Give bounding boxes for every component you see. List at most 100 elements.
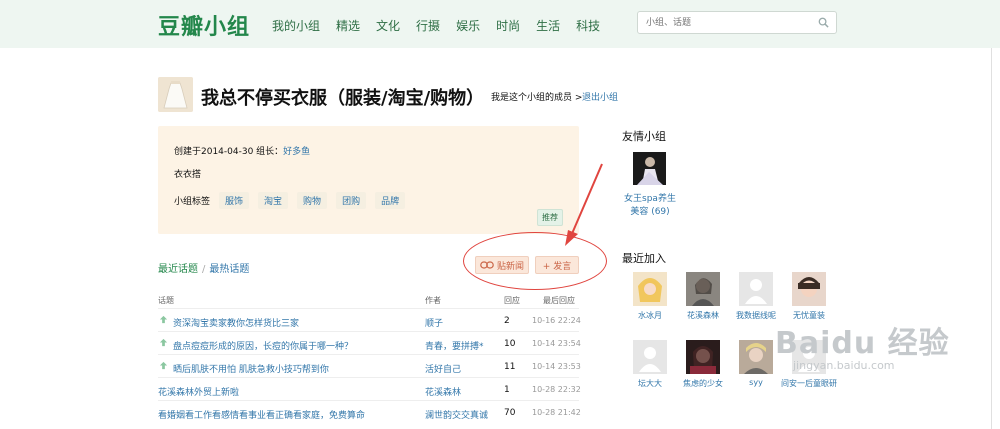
nav-my-groups[interactable]: 我的小组 <box>272 17 320 34</box>
table-row[interactable]: 看婚姻看工作看感情看事业看正确看家庭，免费算命 澜世韵交交真诚 70 10-28… <box>158 400 581 423</box>
link-icon <box>480 261 494 269</box>
membership-status[interactable]: 我是这个小组的成员 > <box>491 90 582 103</box>
created-text: 创建于2014-04-30 组长： <box>174 147 284 157</box>
member-name[interactable]: 花溪森林 <box>675 310 731 321</box>
avatar[interactable] <box>739 272 773 306</box>
member-item[interactable]: 我数据线呢 <box>728 272 784 321</box>
group-title: 我总不停买衣服（服装/淘宝/购物） <box>201 88 485 109</box>
tab-recent-topics[interactable]: 最近话题 <box>158 264 198 275</box>
douban-group-logo[interactable]: 豆瓣小组 <box>158 9 250 41</box>
quit-group-link[interactable]: 退出小组 <box>582 90 618 103</box>
member-item[interactable]: 坛大大 <box>622 340 678 389</box>
member-item[interactable]: 无忧童装 <box>781 272 837 321</box>
member-name[interactable]: 我数据线呢 <box>728 310 784 321</box>
friend-groups-title: 友情小组 <box>622 130 666 143</box>
topic-last-reply: 10-28 22:32 <box>532 385 581 394</box>
nav-fashion[interactable]: 时尚 <box>496 17 520 34</box>
paste-news-label: 贴新闻 <box>496 261 524 272</box>
member-name[interactable]: 间安一后童眼研 <box>781 378 837 389</box>
group-tags: 小组标签 服饰 淘宝 购物 团购 品牌 <box>174 192 406 209</box>
topic-author[interactable]: 花溪森林 <box>425 385 461 398</box>
tag-shopping[interactable]: 购物 <box>297 192 328 209</box>
member-item[interactable]: 间安一后童眼研 <box>781 340 837 389</box>
nav-entertainment[interactable]: 娱乐 <box>456 17 480 34</box>
topic-reply-count: 11 <box>504 362 516 372</box>
search-box <box>637 11 837 34</box>
sticky-arrow-icon <box>159 338 168 347</box>
group-avatar <box>158 77 193 112</box>
topic-last-reply: 10-16 22:24 <box>532 316 581 325</box>
paste-news-button[interactable]: 贴新闻 <box>475 256 529 274</box>
sticky-arrow-icon <box>159 315 168 324</box>
avatar[interactable] <box>792 272 826 306</box>
member-name[interactable]: 水冰月 <box>622 310 678 321</box>
topic-title[interactable]: 看婚姻看工作看感情看事业看正确看家庭，免费算命 <box>158 408 365 421</box>
member-item[interactable]: syy <box>728 340 784 387</box>
member-item[interactable]: 水冰月 <box>622 272 678 321</box>
topics-table: 话题 作者 回应 最后回应 资深淘宝卖家教你怎样货比三家 顺子 2 10-16 … <box>158 292 581 423</box>
topic-author[interactable]: 顺子 <box>425 316 443 329</box>
topic-last-reply: 10-14 23:54 <box>532 339 581 348</box>
member-item[interactable]: 焦虑的少女 <box>675 340 731 389</box>
friend-group-avatar[interactable] <box>633 152 666 185</box>
topic-title[interactable]: 盘点痘痘形成的原因，长痘的你属于哪一种？ <box>173 339 353 352</box>
sticky-arrow-icon <box>159 361 168 370</box>
avatar[interactable] <box>739 340 773 374</box>
friend-group-name[interactable]: 女王spa养生美容 (69) <box>622 193 678 219</box>
group-info-box: 创建于2014-04-30 组长：好多鱼 衣衣搭 小组标签 服饰 淘宝 购物 团… <box>158 126 579 234</box>
nav-culture[interactable]: 文化 <box>376 17 400 34</box>
avatar[interactable] <box>686 272 720 306</box>
nav-featured[interactable]: 精选 <box>336 17 360 34</box>
topic-last-reply: 10-28 21:42 <box>532 408 581 417</box>
post-button[interactable]: + 发言 <box>535 256 579 274</box>
created-info: 创建于2014-04-30 组长：好多鱼 <box>174 144 310 157</box>
header-reply: 回应 <box>504 296 520 305</box>
topic-last-reply: 10-14 23:53 <box>532 362 581 371</box>
topic-reply-count: 70 <box>504 408 516 418</box>
recently-joined-title: 最近加入 <box>622 252 666 265</box>
member-name[interactable]: 坛大大 <box>622 378 678 389</box>
avatar[interactable] <box>633 340 667 374</box>
search-icon[interactable] <box>818 17 829 28</box>
member-name[interactable]: syy <box>728 378 784 387</box>
member-name[interactable]: 无忧童装 <box>781 310 837 321</box>
tag-taobao[interactable]: 淘宝 <box>258 192 289 209</box>
topic-tabs: 最近话题 / 最热话题 <box>158 260 249 275</box>
member-item[interactable]: 花溪森林 <box>675 272 731 321</box>
table-row[interactable]: 花溪森林外贸上新啦 花溪森林 1 10-28 22:32 <box>158 377 581 400</box>
page-divider <box>991 48 992 429</box>
topic-author[interactable]: 澜世韵交交真诚 <box>425 408 488 421</box>
tags-label: 小组标签 <box>174 197 211 207</box>
topic-title[interactable]: 花溪森林外贸上新啦 <box>158 385 239 398</box>
tab-separator: / <box>202 264 206 275</box>
avatar[interactable] <box>633 272 667 306</box>
nav-travel-photo[interactable]: 行摄 <box>416 17 440 34</box>
top-navigation-bar: 豆瓣小组 我的小组 精选 文化 行摄 娱乐 时尚 生活 科技 <box>0 0 1000 48</box>
topic-reply-count: 10 <box>504 339 516 349</box>
topic-title[interactable]: 资深淘宝卖家教你怎样货比三家 <box>173 316 299 329</box>
topic-title[interactable]: 晒后肌肤不用怕 肌肤急救小技巧帮到你 <box>173 362 329 375</box>
avatar[interactable] <box>792 340 826 374</box>
tag-apparel[interactable]: 服饰 <box>219 192 250 209</box>
header-author: 作者 <box>425 296 441 305</box>
table-row[interactable]: 晒后肌肤不用怕 肌肤急救小技巧帮到你 活好自己 11 10-14 23:53 <box>158 354 581 377</box>
annotation-arrow-icon <box>565 163 603 246</box>
nav-life[interactable]: 生活 <box>536 17 560 34</box>
topic-author[interactable]: 活好自己 <box>425 362 461 375</box>
group-description: 衣衣搭 <box>174 170 202 180</box>
tag-groupbuy[interactable]: 团购 <box>336 192 367 209</box>
header-title: 话题 <box>158 296 174 305</box>
table-row[interactable]: 盘点痘痘形成的原因，长痘的你属于哪一种？ 青春，要拼搏* 10 10-14 23… <box>158 331 581 354</box>
leader-link[interactable]: 好多鱼 <box>283 147 310 157</box>
tag-brand[interactable]: 品牌 <box>375 192 406 209</box>
tab-hot-topics[interactable]: 最热话题 <box>209 264 249 275</box>
table-header: 话题 作者 回应 最后回应 <box>158 292 579 308</box>
header-last-reply: 最后回应 <box>543 296 575 305</box>
search-input[interactable] <box>638 12 808 33</box>
table-row[interactable]: 资深淘宝卖家教你怎样货比三家 顺子 2 10-16 22:24 <box>158 308 581 331</box>
topic-author[interactable]: 青春，要拼搏* <box>425 339 484 352</box>
nav-tech[interactable]: 科技 <box>576 17 600 34</box>
avatar[interactable] <box>686 340 720 374</box>
main-nav: 我的小组 精选 文化 行摄 娱乐 时尚 生活 科技 <box>272 17 616 34</box>
member-name[interactable]: 焦虑的少女 <box>675 378 731 389</box>
